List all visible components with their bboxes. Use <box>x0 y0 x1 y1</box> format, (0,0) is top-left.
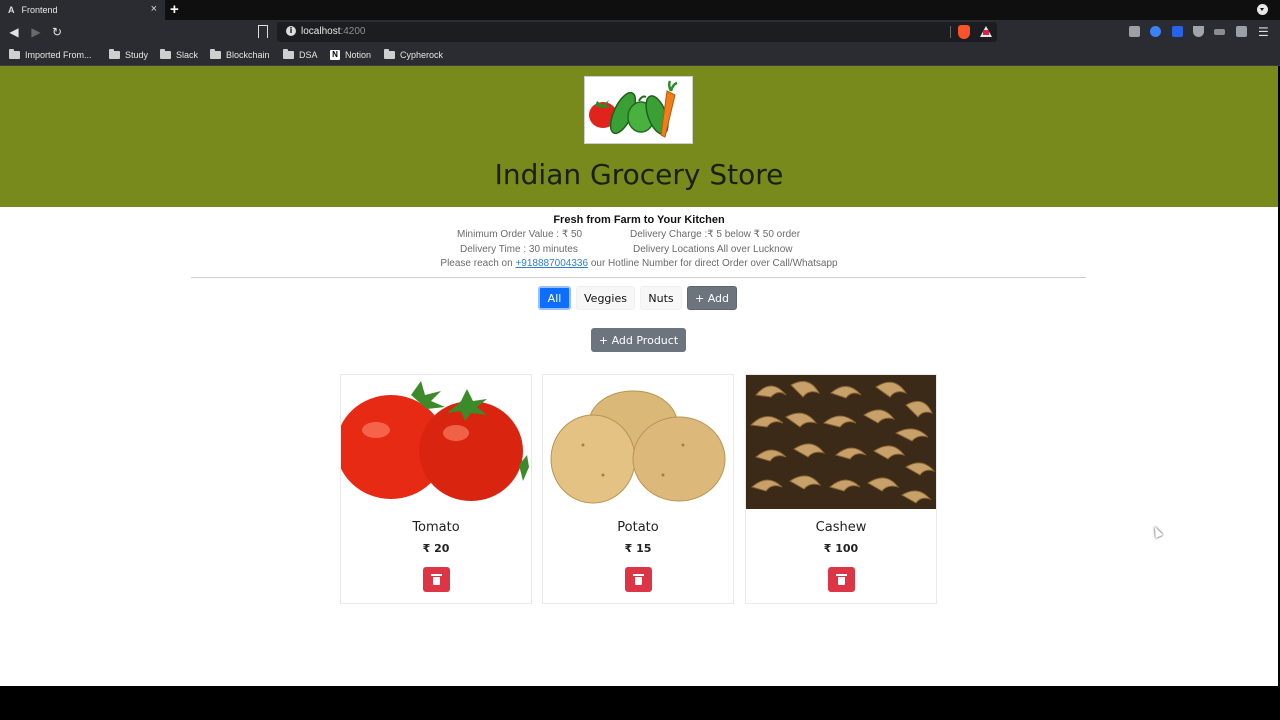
delete-product-button[interactable] <box>828 567 855 592</box>
delivery-locations-text: Delivery Locations All over Lucknow <box>633 244 793 255</box>
product-price: ₹ 20 <box>422 542 450 555</box>
tomato-image <box>341 375 531 509</box>
bookmark-slack[interactable]: Slack <box>160 48 198 62</box>
browser-tab[interactable]: A Frontend × <box>0 0 165 20</box>
address-bar[interactable]: i localhost:4200 <box>277 22 997 42</box>
angular-favicon-icon: A <box>8 5 15 15</box>
bookmark-page-icon[interactable] <box>258 25 268 40</box>
browser-toolbar: ◀ ▶ ↻ i localhost:4200 ☰ <box>0 20 1280 44</box>
extension-icon[interactable] <box>1193 26 1204 37</box>
folder-icon <box>109 49 120 59</box>
min-order-text: Minimum Order Value : ₹ 50 <box>457 229 583 240</box>
brave-shields-icon[interactable] <box>958 25 970 39</box>
store-logo <box>584 76 693 144</box>
folder-icon <box>283 49 294 59</box>
bookmark-study[interactable]: Study <box>109 48 148 62</box>
bookmark-imported[interactable]: Imported From... <box>9 48 92 62</box>
product-name: Cashew <box>815 520 867 535</box>
trash-icon <box>836 574 847 585</box>
back-icon[interactable]: ◀ <box>6 24 22 40</box>
folder-icon <box>384 49 395 59</box>
bookmark-notion[interactable]: N Notion <box>330 48 371 62</box>
bottom-bar <box>0 686 1280 720</box>
delete-product-button[interactable] <box>625 567 652 592</box>
product-card-tomato: Tomato ₹ 20 <box>340 374 532 604</box>
reload-icon[interactable]: ↻ <box>49 24 65 40</box>
extension-icon[interactable] <box>1129 26 1140 37</box>
forward-icon[interactable]: ▶ <box>28 24 44 40</box>
hotline-link[interactable]: +918887004336 <box>515 258 588 269</box>
tagline: Fresh from Farm to Your Kitchen <box>553 214 725 226</box>
add-product-button[interactable]: + Add Product <box>591 328 686 352</box>
product-name: Tomato <box>412 520 460 535</box>
cashew-image <box>746 375 936 509</box>
page-viewport: Indian Grocery Store Fresh from Farm to … <box>0 66 1278 686</box>
tab-search-icon[interactable] <box>1257 4 1268 15</box>
menu-icon[interactable]: ☰ <box>1258 25 1269 39</box>
notion-icon: N <box>330 50 340 60</box>
delete-product-button[interactable] <box>423 567 450 592</box>
folder-icon <box>160 49 171 59</box>
add-category-button[interactable]: + Add <box>687 286 737 310</box>
puzzle-extensions-icon[interactable] <box>1236 26 1247 37</box>
folder-icon <box>9 49 20 59</box>
site-info-icon[interactable]: i <box>286 26 296 36</box>
product-price: ₹ 100 <box>823 542 859 555</box>
brave-rewards-icon[interactable] <box>980 26 992 37</box>
vegetables-logo-icon <box>589 80 678 138</box>
store-header: Indian Grocery Store <box>0 66 1278 207</box>
product-card-cashew: Cashew ₹ 100 <box>745 374 937 604</box>
url-divider <box>950 26 951 38</box>
filter-all-button[interactable]: All <box>538 286 571 310</box>
bookmark-cypherock[interactable]: Cypherock <box>384 48 443 62</box>
extension-icon[interactable] <box>1150 26 1161 37</box>
divider <box>191 277 1086 278</box>
bookmark-blockchain[interactable]: Blockchain <box>210 48 270 62</box>
close-tab-icon[interactable]: × <box>151 3 157 15</box>
delivery-time-text: Delivery Time : 30 minutes <box>460 244 578 255</box>
filter-nuts-button[interactable]: Nuts <box>640 286 682 310</box>
trash-icon <box>633 574 644 585</box>
product-price: ₹ 15 <box>624 542 652 555</box>
url-text[interactable]: localhost:4200 <box>301 26 366 37</box>
product-name: Potato <box>617 520 659 535</box>
extension-icon[interactable] <box>1214 29 1225 35</box>
bookmarks-bar: Imported From... Study Slack Blockchain … <box>0 44 1280 66</box>
hotline-text: Please reach on +918887004336 our Hotlin… <box>440 258 838 269</box>
store-title: Indian Grocery Store <box>494 158 784 191</box>
bookmark-dsa[interactable]: DSA <box>283 48 318 62</box>
product-card-potato: Potato ₹ 15 <box>542 374 734 604</box>
trash-icon <box>431 574 442 585</box>
folder-icon <box>210 49 221 59</box>
filter-veggies-button[interactable]: Veggies <box>576 286 635 310</box>
potato-image <box>543 375 733 509</box>
browser-tab-bar: A Frontend × + <box>0 0 1280 20</box>
delivery-charge-text: Delivery Charge :₹ 5 below ₹ 50 order <box>630 229 801 240</box>
extension-icon[interactable] <box>1172 26 1183 37</box>
tab-title: Frontend <box>21 5 58 15</box>
new-tab-button[interactable]: + <box>170 1 179 18</box>
